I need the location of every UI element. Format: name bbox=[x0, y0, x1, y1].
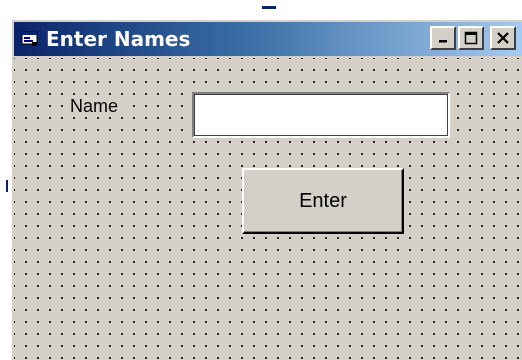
form-icon[interactable] bbox=[20, 30, 40, 48]
form-client-area: Name Enter bbox=[14, 58, 522, 360]
close-button[interactable] bbox=[490, 26, 516, 50]
maximize-button[interactable] bbox=[458, 26, 484, 50]
enter-button[interactable]: Enter bbox=[242, 168, 404, 234]
selection-handle-top[interactable] bbox=[262, 6, 276, 9]
minimize-button[interactable] bbox=[430, 26, 456, 50]
title-bar[interactable]: Enter Names bbox=[14, 22, 522, 56]
selection-handle-left[interactable] bbox=[6, 180, 8, 192]
close-icon bbox=[497, 32, 509, 44]
minimize-icon bbox=[439, 40, 447, 43]
name-label: Name bbox=[64, 96, 125, 117]
maximize-icon bbox=[464, 31, 478, 45]
name-input[interactable] bbox=[192, 92, 450, 138]
window-title: Enter Names bbox=[46, 27, 191, 51]
caption-buttons bbox=[430, 26, 516, 50]
form-window: Enter Names Name Enter bbox=[10, 18, 522, 360]
